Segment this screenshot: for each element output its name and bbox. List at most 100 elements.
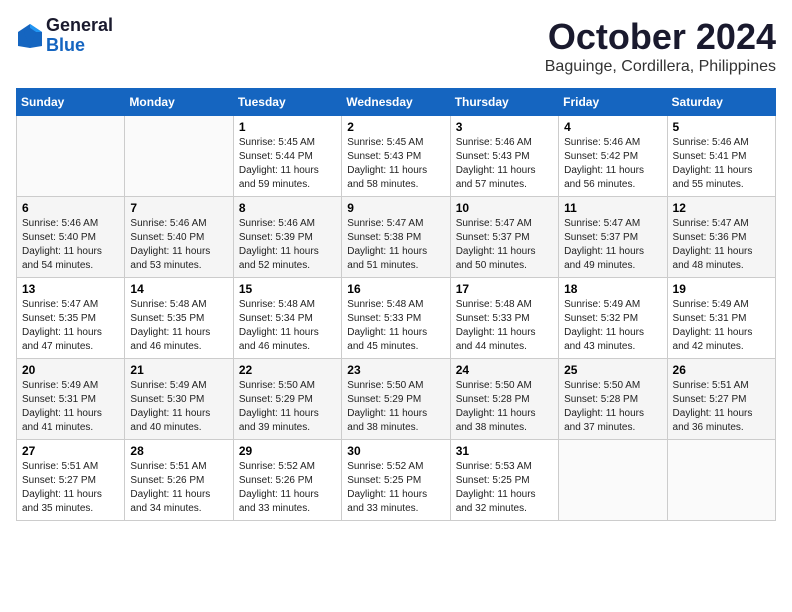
calendar-cell: 19 Sunrise: 5:49 AMSunset: 5:31 PMDaylig… (667, 278, 775, 359)
calendar-cell: 5 Sunrise: 5:46 AMSunset: 5:41 PMDayligh… (667, 116, 775, 197)
day-number: 19 (673, 282, 770, 296)
month-title: October 2024 (545, 16, 776, 58)
calendar-cell (17, 116, 125, 197)
calendar-cell: 23 Sunrise: 5:50 AMSunset: 5:29 PMDaylig… (342, 359, 450, 440)
calendar-cell: 30 Sunrise: 5:52 AMSunset: 5:25 PMDaylig… (342, 440, 450, 521)
week-row-2: 6 Sunrise: 5:46 AMSunset: 5:40 PMDayligh… (17, 197, 776, 278)
day-detail: Sunrise: 5:51 AMSunset: 5:26 PMDaylight:… (130, 460, 227, 516)
day-number: 17 (456, 282, 553, 296)
day-number: 1 (239, 120, 336, 134)
calendar-table: SundayMondayTuesdayWednesdayThursdayFrid… (16, 88, 776, 521)
calendar-cell: 17 Sunrise: 5:48 AMSunset: 5:33 PMDaylig… (450, 278, 558, 359)
week-row-3: 13 Sunrise: 5:47 AMSunset: 5:35 PMDaylig… (17, 278, 776, 359)
day-detail: Sunrise: 5:48 AMSunset: 5:33 PMDaylight:… (347, 298, 444, 354)
day-detail: Sunrise: 5:47 AMSunset: 5:37 PMDaylight:… (564, 217, 661, 273)
calendar-cell: 15 Sunrise: 5:48 AMSunset: 5:34 PMDaylig… (233, 278, 341, 359)
day-number: 11 (564, 201, 661, 215)
day-detail: Sunrise: 5:52 AMSunset: 5:26 PMDaylight:… (239, 460, 336, 516)
day-number: 13 (22, 282, 119, 296)
header-cell-tuesday: Tuesday (233, 89, 341, 116)
day-detail: Sunrise: 5:49 AMSunset: 5:31 PMDaylight:… (22, 379, 119, 435)
day-number: 20 (22, 363, 119, 377)
day-detail: Sunrise: 5:48 AMSunset: 5:33 PMDaylight:… (456, 298, 553, 354)
day-detail: Sunrise: 5:50 AMSunset: 5:28 PMDaylight:… (564, 379, 661, 435)
day-detail: Sunrise: 5:47 AMSunset: 5:35 PMDaylight:… (22, 298, 119, 354)
day-number: 15 (239, 282, 336, 296)
day-detail: Sunrise: 5:49 AMSunset: 5:31 PMDaylight:… (673, 298, 770, 354)
day-detail: Sunrise: 5:50 AMSunset: 5:28 PMDaylight:… (456, 379, 553, 435)
day-number: 7 (130, 201, 227, 215)
day-number: 4 (564, 120, 661, 134)
day-detail: Sunrise: 5:52 AMSunset: 5:25 PMDaylight:… (347, 460, 444, 516)
calendar-cell (667, 440, 775, 521)
day-number: 27 (22, 444, 119, 458)
day-detail: Sunrise: 5:46 AMSunset: 5:39 PMDaylight:… (239, 217, 336, 273)
calendar-cell: 7 Sunrise: 5:46 AMSunset: 5:40 PMDayligh… (125, 197, 233, 278)
calendar-cell: 3 Sunrise: 5:46 AMSunset: 5:43 PMDayligh… (450, 116, 558, 197)
day-number: 30 (347, 444, 444, 458)
day-number: 3 (456, 120, 553, 134)
day-detail: Sunrise: 5:50 AMSunset: 5:29 PMDaylight:… (347, 379, 444, 435)
week-row-4: 20 Sunrise: 5:49 AMSunset: 5:31 PMDaylig… (17, 359, 776, 440)
day-detail: Sunrise: 5:48 AMSunset: 5:34 PMDaylight:… (239, 298, 336, 354)
day-detail: Sunrise: 5:46 AMSunset: 5:40 PMDaylight:… (22, 217, 119, 273)
day-number: 12 (673, 201, 770, 215)
day-detail: Sunrise: 5:46 AMSunset: 5:42 PMDaylight:… (564, 136, 661, 192)
day-detail: Sunrise: 5:50 AMSunset: 5:29 PMDaylight:… (239, 379, 336, 435)
calendar-cell: 28 Sunrise: 5:51 AMSunset: 5:26 PMDaylig… (125, 440, 233, 521)
day-number: 28 (130, 444, 227, 458)
calendar-cell: 12 Sunrise: 5:47 AMSunset: 5:36 PMDaylig… (667, 197, 775, 278)
calendar-cell (559, 440, 667, 521)
day-number: 14 (130, 282, 227, 296)
calendar-cell: 31 Sunrise: 5:53 AMSunset: 5:25 PMDaylig… (450, 440, 558, 521)
day-detail: Sunrise: 5:49 AMSunset: 5:30 PMDaylight:… (130, 379, 227, 435)
calendar-cell: 16 Sunrise: 5:48 AMSunset: 5:33 PMDaylig… (342, 278, 450, 359)
day-number: 6 (22, 201, 119, 215)
location-subtitle: Baguinge, Cordillera, Philippines (545, 58, 776, 76)
calendar-cell: 9 Sunrise: 5:47 AMSunset: 5:38 PMDayligh… (342, 197, 450, 278)
calendar-cell: 4 Sunrise: 5:46 AMSunset: 5:42 PMDayligh… (559, 116, 667, 197)
header-cell-wednesday: Wednesday (342, 89, 450, 116)
logo: General Blue (16, 16, 113, 56)
calendar-cell: 10 Sunrise: 5:47 AMSunset: 5:37 PMDaylig… (450, 197, 558, 278)
day-detail: Sunrise: 5:46 AMSunset: 5:43 PMDaylight:… (456, 136, 553, 192)
day-number: 9 (347, 201, 444, 215)
calendar-body: 1 Sunrise: 5:45 AMSunset: 5:44 PMDayligh… (17, 116, 776, 521)
logo-name-line1: General (46, 16, 113, 36)
calendar-cell: 21 Sunrise: 5:49 AMSunset: 5:30 PMDaylig… (125, 359, 233, 440)
calendar-cell: 13 Sunrise: 5:47 AMSunset: 5:35 PMDaylig… (17, 278, 125, 359)
day-number: 5 (673, 120, 770, 134)
header-cell-thursday: Thursday (450, 89, 558, 116)
day-detail: Sunrise: 5:47 AMSunset: 5:37 PMDaylight:… (456, 217, 553, 273)
header-row: SundayMondayTuesdayWednesdayThursdayFrid… (17, 89, 776, 116)
day-number: 26 (673, 363, 770, 377)
title-block: October 2024 Baguinge, Cordillera, Phili… (545, 16, 776, 76)
day-number: 29 (239, 444, 336, 458)
calendar-cell: 29 Sunrise: 5:52 AMSunset: 5:26 PMDaylig… (233, 440, 341, 521)
day-detail: Sunrise: 5:49 AMSunset: 5:32 PMDaylight:… (564, 298, 661, 354)
logo-name-line2: Blue (46, 36, 113, 56)
calendar-cell (125, 116, 233, 197)
calendar-cell: 6 Sunrise: 5:46 AMSunset: 5:40 PMDayligh… (17, 197, 125, 278)
day-detail: Sunrise: 5:48 AMSunset: 5:35 PMDaylight:… (130, 298, 227, 354)
header-cell-monday: Monday (125, 89, 233, 116)
header-cell-saturday: Saturday (667, 89, 775, 116)
day-detail: Sunrise: 5:51 AMSunset: 5:27 PMDaylight:… (22, 460, 119, 516)
week-row-1: 1 Sunrise: 5:45 AMSunset: 5:44 PMDayligh… (17, 116, 776, 197)
calendar-cell: 26 Sunrise: 5:51 AMSunset: 5:27 PMDaylig… (667, 359, 775, 440)
day-detail: Sunrise: 5:47 AMSunset: 5:36 PMDaylight:… (673, 217, 770, 273)
day-number: 8 (239, 201, 336, 215)
calendar-cell: 27 Sunrise: 5:51 AMSunset: 5:27 PMDaylig… (17, 440, 125, 521)
calendar-cell: 18 Sunrise: 5:49 AMSunset: 5:32 PMDaylig… (559, 278, 667, 359)
day-number: 16 (347, 282, 444, 296)
week-row-5: 27 Sunrise: 5:51 AMSunset: 5:27 PMDaylig… (17, 440, 776, 521)
day-detail: Sunrise: 5:46 AMSunset: 5:41 PMDaylight:… (673, 136, 770, 192)
calendar-cell: 24 Sunrise: 5:50 AMSunset: 5:28 PMDaylig… (450, 359, 558, 440)
day-detail: Sunrise: 5:45 AMSunset: 5:43 PMDaylight:… (347, 136, 444, 192)
day-number: 22 (239, 363, 336, 377)
calendar-cell: 8 Sunrise: 5:46 AMSunset: 5:39 PMDayligh… (233, 197, 341, 278)
day-number: 21 (130, 363, 227, 377)
calendar-cell: 11 Sunrise: 5:47 AMSunset: 5:37 PMDaylig… (559, 197, 667, 278)
header-cell-sunday: Sunday (17, 89, 125, 116)
day-detail: Sunrise: 5:51 AMSunset: 5:27 PMDaylight:… (673, 379, 770, 435)
